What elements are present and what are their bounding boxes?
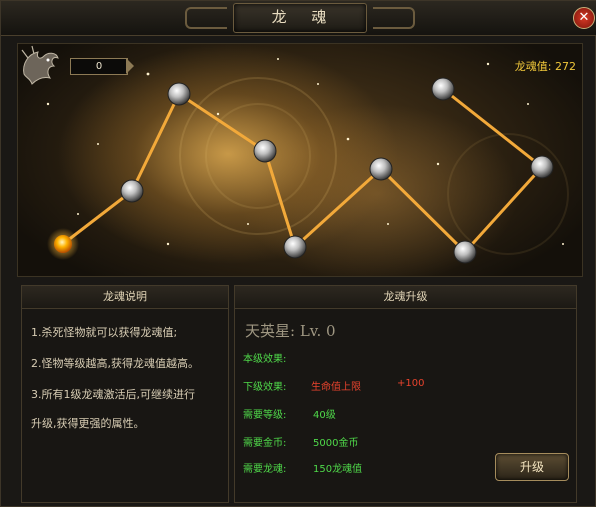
current-effect-label: 本级效果: xyxy=(243,354,287,365)
star-node[interactable] xyxy=(530,155,554,179)
ring-decoration xyxy=(447,133,569,255)
star-node-active[interactable] xyxy=(54,235,72,253)
dragon-soul-window: 龙 魂 ✕ 0 龙魂值: 272 龙魂说明 1.杀死怪物就可以获得龙魂值; 2.… xyxy=(0,0,596,507)
dragon-icon xyxy=(21,45,59,85)
required-soul-value: 150龙魂值 xyxy=(313,464,363,475)
upgrade-button[interactable]: 升级 xyxy=(495,453,569,481)
star-node[interactable] xyxy=(167,82,191,106)
title-ornament-left xyxy=(185,7,227,29)
next-effect-amount: +100 xyxy=(397,378,425,389)
constellation-svg xyxy=(46,58,569,264)
star-node[interactable] xyxy=(453,240,477,264)
star-node[interactable] xyxy=(253,139,277,163)
title-ornament-right xyxy=(373,7,415,29)
star-node[interactable] xyxy=(120,179,144,203)
required-level-value: 40级 xyxy=(313,410,336,421)
description-panel-title: 龙魂说明 xyxy=(22,286,228,309)
star-node[interactable] xyxy=(283,235,307,259)
star-name-level: 天英星: Lv. 0 xyxy=(245,322,336,340)
upgrade-panel-title: 龙魂升级 xyxy=(235,286,576,309)
window-title: 龙 魂 xyxy=(271,8,337,26)
dragon-counter: 0 xyxy=(70,58,128,75)
next-effect-stat: 生命值上限 xyxy=(311,382,361,393)
star-nodes xyxy=(120,77,554,264)
star-node[interactable] xyxy=(369,157,393,181)
title-bar: 龙 魂 ✕ xyxy=(1,1,596,36)
close-button[interactable]: ✕ xyxy=(573,7,595,29)
description-panel: 龙魂说明 1.杀死怪物就可以获得龙魂值; 2.怪物等级越高,获得龙魂值越高。 3… xyxy=(21,285,229,503)
description-line: 1.杀死怪物就可以获得龙魂值; xyxy=(31,326,178,339)
required-gold-label: 需要金币: xyxy=(243,438,287,449)
constellation-lines xyxy=(62,87,544,254)
close-icon: ✕ xyxy=(578,10,590,25)
counter-arrow-icon xyxy=(126,58,134,74)
star-node[interactable] xyxy=(431,77,455,101)
constellation-map: 0 龙魂值: 272 xyxy=(17,43,583,277)
soul-value-readout: 龙魂值: 272 xyxy=(514,60,576,73)
required-soul-label: 需要龙魂: xyxy=(243,464,287,475)
description-line: 升级,获得更强的属性。 xyxy=(31,417,145,430)
upgrade-panel: 龙魂升级 天英星: Lv. 0 本级效果: 下级效果: 生命值上限 +100 需… xyxy=(234,285,577,503)
description-line: 2.怪物等级越高,获得龙魂值越高。 xyxy=(31,357,199,370)
required-gold-value: 5000金币 xyxy=(313,438,359,449)
description-line: 3.所有1级龙魂激活后,可继续进行 xyxy=(31,388,195,401)
next-effect-label: 下级效果: xyxy=(243,382,287,393)
required-level-label: 需要等级: xyxy=(243,410,287,421)
